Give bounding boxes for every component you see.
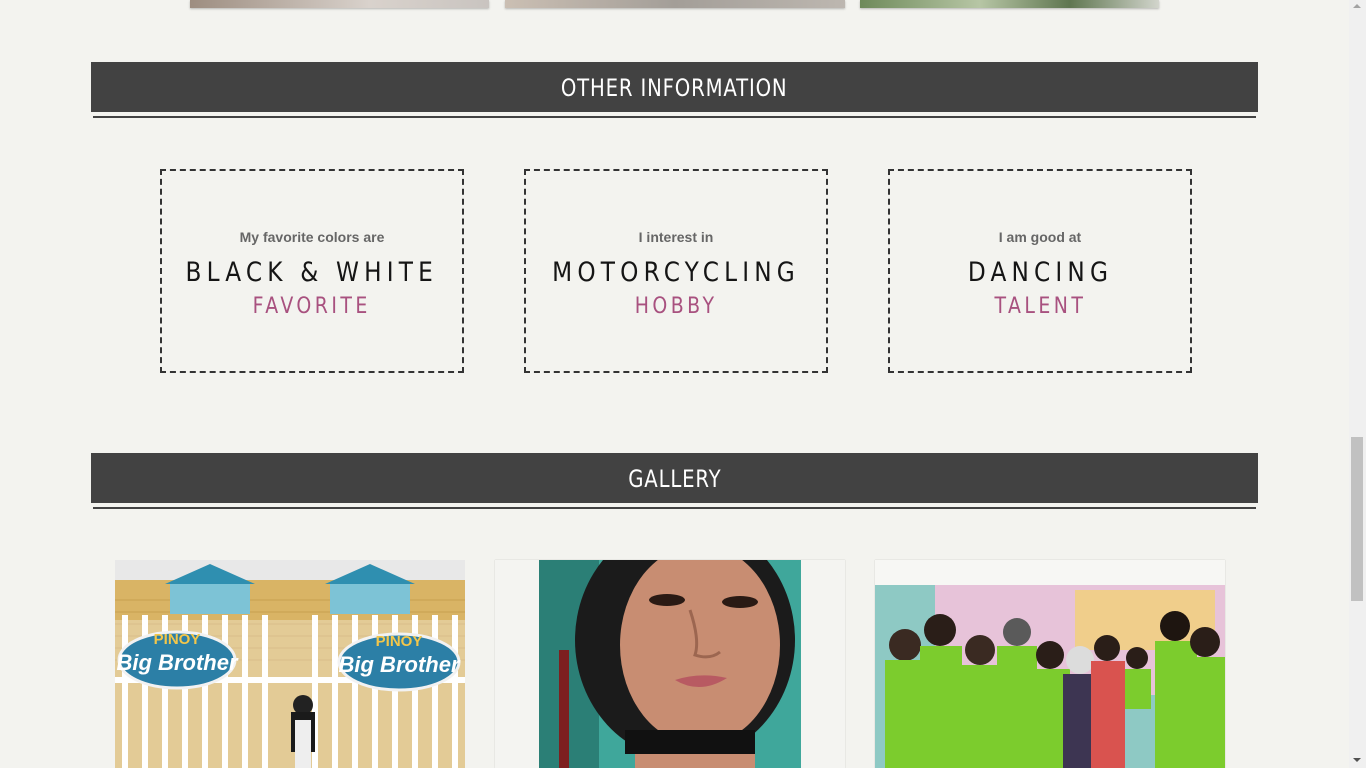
scroll-down-icon[interactable] xyxy=(1353,758,1361,762)
other-information-title: OTHER INFORMATION xyxy=(561,74,788,102)
top-thumbnail-3[interactable] xyxy=(860,0,1159,8)
talent-value: DANCING xyxy=(967,257,1113,288)
talent-intro: I am good at xyxy=(998,229,1082,245)
gallery-header: GALLERY xyxy=(91,453,1258,503)
gallery-title: GALLERY xyxy=(627,465,722,493)
talent-label: TALENT xyxy=(994,294,1086,319)
other-information-divider xyxy=(93,116,1256,118)
hobby-value: MOTORCYCLING xyxy=(552,257,800,288)
scrollbar-thumb[interactable] xyxy=(1351,437,1363,601)
top-thumbnail-2[interactable] xyxy=(505,0,845,8)
sign-2-bottom: Big Brother xyxy=(339,652,461,677)
pinoy-big-brother-photo: PINOY Big Brother PINOY Big Brother xyxy=(115,560,465,768)
hobby-intro: I interest in xyxy=(638,229,714,245)
portrait-photo xyxy=(539,560,801,768)
favorite-intro: My favorite colors are xyxy=(239,229,385,245)
gallery-photo-3[interactable] xyxy=(875,560,1225,768)
family-group-photo xyxy=(875,585,1225,768)
sign-2-top: PINOY xyxy=(376,633,423,650)
favorite-label: FAVORITE xyxy=(252,294,372,319)
talent-card: I am good at DANCING TALENT xyxy=(888,169,1192,373)
page-scrollbar[interactable] xyxy=(1349,0,1366,768)
top-thumbnail-1[interactable] xyxy=(190,0,489,8)
sign-1-top: PINOY xyxy=(154,631,201,648)
hobby-label: HOBBY xyxy=(634,294,718,319)
hobby-card: I interest in MOTORCYCLING HOBBY xyxy=(524,169,828,373)
favorite-card: My favorite colors are BLACK & WHITE FAV… xyxy=(160,169,464,373)
other-information-header: OTHER INFORMATION xyxy=(91,62,1258,112)
gallery-photo-1[interactable]: PINOY Big Brother PINOY Big Brother xyxy=(115,560,465,768)
sign-1-bottom: Big Brother xyxy=(117,650,239,675)
gallery-photo-2[interactable] xyxy=(495,560,845,768)
favorite-value: BLACK & WHITE xyxy=(185,257,439,288)
gallery-divider xyxy=(93,507,1256,509)
scroll-up-icon[interactable] xyxy=(1353,4,1361,8)
